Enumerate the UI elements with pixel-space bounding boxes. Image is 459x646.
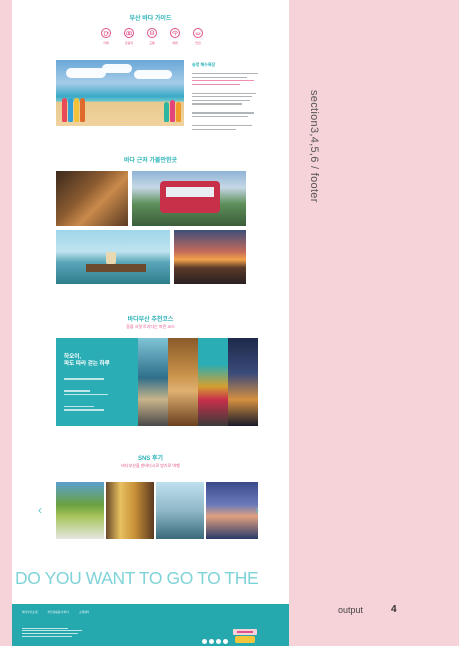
brand-logo[interactable] — [233, 629, 257, 643]
info-title: 송정 해수욕장 — [192, 62, 216, 67]
instagram-icon[interactable] — [209, 639, 214, 644]
icon-label: 카페 — [103, 41, 109, 45]
guide-icon-item-food[interactable]: 맛집 — [189, 28, 207, 45]
bus-icon — [147, 28, 157, 38]
blog-icon[interactable] — [223, 639, 228, 644]
footer-social-icons — [202, 639, 228, 644]
sns-carousel — [56, 482, 258, 539]
guide-title: 부산 바다 가이드 — [129, 16, 172, 22]
section-label: section3,4,5,6 / footer — [308, 90, 320, 203]
nearby-food-photo[interactable] — [56, 171, 128, 226]
sns-photo-4[interactable] — [206, 482, 258, 539]
course-strip-photo-1 — [138, 338, 168, 426]
page-number: 4 — [391, 604, 397, 615]
footer-nav-item[interactable]: 고객센터 — [79, 610, 89, 614]
camera-icon — [124, 28, 134, 38]
guide-icon-item-camera[interactable]: 관광지 — [120, 28, 138, 45]
footer-nav: 바다부산소개 부산관광공사 바다 고객센터 — [22, 610, 89, 614]
beach-surfboards-photo — [56, 60, 184, 126]
course-banner[interactable]: 하오이, 파도 따라 걷는 하루 — [56, 338, 258, 426]
nearby-train-photo[interactable] — [132, 171, 246, 226]
icon-label: 교통 — [149, 41, 155, 45]
marquee-text: DO YOU WANT TO GO TO THE — [15, 568, 259, 588]
sns-photo-3[interactable] — [156, 482, 204, 539]
sns-photo-1[interactable] — [56, 482, 104, 539]
guide-icon-item-bus[interactable]: 교통 — [143, 28, 161, 45]
sns-prev-arrow-icon[interactable]: ‹ — [38, 503, 42, 517]
sns-next-arrow-icon[interactable]: › — [255, 503, 259, 517]
guide-category-icons: 카페 관광지 교통 해변 맛집 — [97, 28, 207, 45]
course-strip-photo-4 — [228, 338, 258, 426]
nearby-cafe-photo[interactable] — [56, 230, 170, 284]
sns-photo-2[interactable] — [106, 482, 154, 539]
icon-label: 맛집 — [195, 41, 201, 45]
page-mockup: 부산 바다 가이드 카페 관광지 교통 해변 맛집 송정 해수욕장 바다 근처 … — [12, 0, 289, 646]
output-label: output — [338, 605, 364, 615]
footer: 바다부산소개 부산관광공사 바다 고객센터 — [12, 604, 289, 646]
course-subtitle: 동을 크릿 트기다는 마린 코스 — [126, 324, 175, 329]
icon-label: 해변 — [172, 41, 178, 45]
course-strip-photo-3 — [198, 338, 228, 426]
nearby-title: 바다 근처 가볼만한곳 — [123, 158, 177, 164]
footer-nav-item[interactable]: 바다부산소개 — [22, 610, 37, 614]
beach-icon — [170, 28, 180, 38]
facebook-icon[interactable] — [202, 639, 207, 644]
beach-info-panel: 송정 해수욕장 — [192, 60, 262, 132]
sns-title: SNS 후기 — [137, 456, 164, 462]
course-card: 하오이, 파도 따라 걷는 하루 — [56, 338, 138, 426]
footer-company-info — [22, 626, 92, 638]
sns-subtitle: 바다부산을 한바다시로 방기로 여행 — [121, 463, 180, 468]
course-card-title: 하오이, 파도 따라 걷는 하루 — [64, 354, 110, 367]
guide-icon-item-beach[interactable]: 해변 — [166, 28, 184, 45]
guide-icon-item-coffee[interactable]: 카페 — [97, 28, 115, 45]
course-strip-photo-2 — [168, 338, 198, 426]
icon-label: 관광지 — [124, 41, 134, 45]
footer-nav-item[interactable]: 부산관광공사 바다 — [47, 610, 68, 614]
food-icon — [193, 28, 203, 38]
coffee-icon — [101, 28, 111, 38]
nearby-sunset-photo[interactable] — [174, 230, 246, 284]
course-title: 바다부산 추천코스 — [127, 317, 174, 323]
youtube-icon[interactable] — [216, 639, 221, 644]
